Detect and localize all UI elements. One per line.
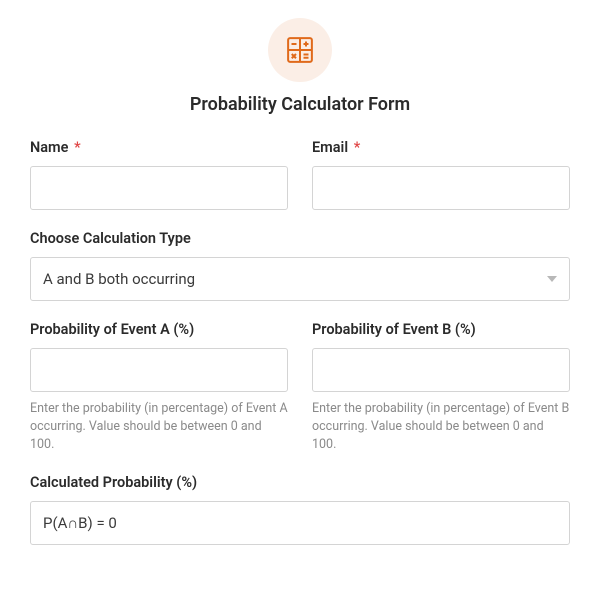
email-label: Email * — [312, 139, 570, 156]
event-b-label: Probability of Event B (%) — [312, 321, 570, 338]
calc-type-selected: A and B both occurring — [43, 270, 195, 288]
email-label-text: Email — [312, 139, 348, 156]
event-b-input[interactable] — [312, 348, 570, 392]
event-a-hint: Enter the probability (in percentage) of… — [30, 400, 288, 454]
calc-type-label: Choose Calculation Type — [30, 230, 570, 247]
name-label: Name * — [30, 139, 288, 156]
event-a-label: Probability of Event A (%) — [30, 321, 288, 338]
calc-type-select[interactable]: A and B both occurring — [30, 257, 570, 301]
result-output: P(A∩B) = 0 — [30, 501, 570, 545]
result-label: Calculated Probability (%) — [30, 474, 570, 491]
required-asterisk: * — [354, 139, 361, 156]
event-a-input[interactable] — [30, 348, 288, 392]
chevron-down-icon — [547, 276, 557, 282]
name-input[interactable] — [30, 166, 288, 210]
page-title: Probability Calculator Form — [30, 94, 570, 115]
result-value: P(A∩B) = 0 — [43, 514, 117, 532]
name-label-text: Name — [30, 139, 68, 156]
required-asterisk: * — [74, 139, 81, 156]
email-input[interactable] — [312, 166, 570, 210]
calculator-icon — [268, 18, 332, 82]
event-b-hint: Enter the probability (in percentage) of… — [312, 400, 570, 454]
